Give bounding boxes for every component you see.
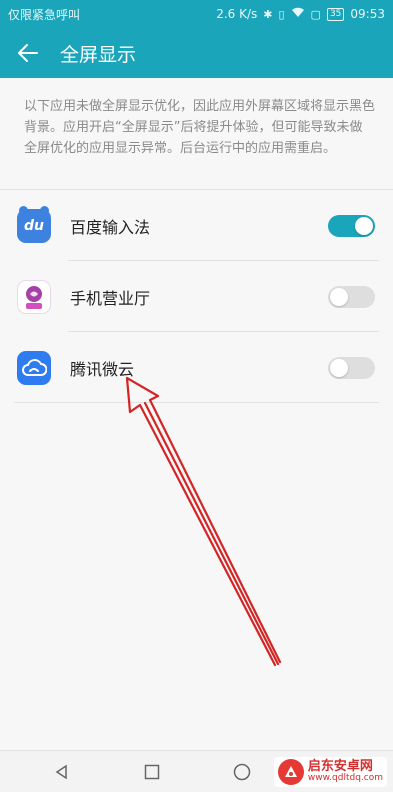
no-sim-icon: ▢: [310, 7, 321, 21]
status-icons: 2.6 K/s ✱ ▯ ▢ 35 09:53: [216, 7, 385, 21]
app-bar: 全屏显示: [0, 28, 393, 78]
fullscreen-toggle-unicom[interactable]: [328, 285, 375, 308]
list-item-weiyun[interactable]: 腾讯微云: [0, 332, 393, 403]
weiyun-icon: [17, 350, 51, 385]
toggle-knob: [355, 216, 373, 235]
circle-home-icon: [233, 763, 250, 780]
description-text: 以下应用未做全屏显示优化，因此应用外屏幕区域将显示黑色背景。应用开启“全屏显示”…: [0, 78, 393, 190]
app-name: 百度输入法: [70, 217, 151, 237]
fullscreen-toggle-weiyun[interactable]: [328, 356, 375, 379]
bluetooth-icon: ✱: [263, 7, 273, 21]
fullscreen-toggle-baidu-input[interactable]: [328, 214, 375, 237]
square-icon: [144, 764, 159, 779]
home-nav-button[interactable]: [232, 762, 252, 782]
list-item-baidu-input[interactable]: du 百度输入法: [0, 190, 393, 261]
app-list: du 百度输入法 手机营业厅 腾讯微云: [0, 190, 393, 403]
net-speed: 2.6 K/s: [216, 7, 258, 21]
page-title: 全屏显示: [60, 43, 137, 66]
battery-icon: 35: [326, 7, 345, 21]
recents-nav-button[interactable]: [142, 762, 162, 782]
baidu-icon-glyph: du: [24, 217, 44, 234]
toggle-knob: [330, 287, 348, 306]
watermark: 启东安卓网 www.qdltdq.com: [273, 757, 387, 787]
back-nav-button[interactable]: [52, 762, 72, 782]
wifi-icon: [291, 7, 305, 21]
unicom-icon: [17, 279, 51, 314]
watermark-logo-icon: [277, 759, 304, 785]
toggle-knob: [330, 358, 348, 377]
list-item-unicom[interactable]: 手机营业厅: [0, 261, 393, 332]
carrier-text: 仅限紧急呼叫: [8, 7, 81, 22]
vibrate-icon: ▯: [278, 7, 285, 21]
clock: 09:53: [350, 7, 385, 21]
back-button[interactable]: [0, 28, 56, 78]
arrow-left-icon: [18, 44, 38, 62]
watermark-name: 启东安卓网: [307, 759, 373, 775]
watermark-url: www.qdltdq.com: [307, 773, 383, 784]
app-name: 手机营业厅: [70, 288, 151, 308]
status-bar: 仅限紧急呼叫 2.6 K/s ✱ ▯ ▢ 35 09:53: [0, 0, 393, 28]
triangle-back-icon: [55, 764, 67, 779]
baidu-input-icon: du: [17, 205, 51, 243]
app-name: 腾讯微云: [70, 359, 135, 379]
